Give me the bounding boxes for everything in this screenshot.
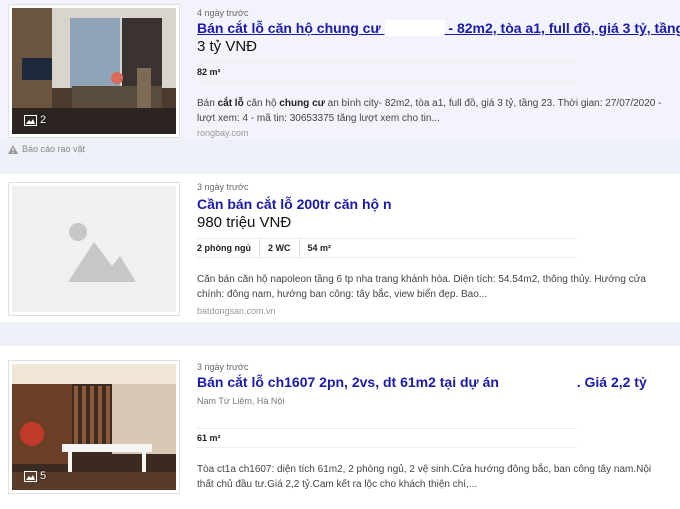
title-part-b: . Giá 2,2 tỷ (576, 374, 647, 390)
listing-2-thumbnail[interactable] (8, 182, 180, 316)
listing-1-thumbnail[interactable]: 2 (8, 4, 180, 138)
title-part-a: Cần bán cắt lỗ 200tr căn hộ n (197, 196, 392, 212)
listing-1-description: Bán cắt lỗ căn hộ chung cư an bình city-… (197, 98, 662, 124)
listing-1-features: 82 m² (197, 62, 577, 82)
listing-card-3[interactable]: 5 3 ngày trước Bán cắt lỗ ch1607 2pn, 2v… (0, 346, 680, 509)
title-part-a: Bán cắt lỗ căn hộ chung cư (197, 20, 381, 36)
listing-3-time: 3 ngày trước (197, 362, 249, 372)
camera-icon (24, 470, 37, 482)
listing-1-title[interactable]: Bán cắt lỗ căn hộ chung cư xxxxxx - 82m2… (197, 20, 680, 36)
listing-2-description: Căn bán căn hộ napoleon tầng 6 tp nha tr… (197, 274, 646, 300)
redacted-text: xxxxxxx (502, 374, 573, 390)
photo-count: 2 (40, 114, 47, 126)
listing-3-title[interactable]: Bán cắt lỗ ch1607 2pn, 2vs, dt 61m2 tại … (197, 374, 647, 390)
report-label: Báo cáo rao vặt (22, 144, 86, 154)
listing-2-source[interactable]: batdongsan.com.vn (197, 306, 276, 316)
title-part-b: - 82m2, tòa a1, full đồ, giá 3 tỷ, tầng … (448, 20, 680, 36)
photo-count-badge: 2 (24, 114, 46, 126)
listing-card-1[interactable]: 2 4 ngày trước Bán cắt lỗ căn hộ chung c… (0, 0, 680, 140)
title-part-a: Bán cắt lỗ ch1607 2pn, 2vs, dt 61m2 tại … (197, 374, 499, 390)
feature-bedrooms: 2 phòng ngủ (197, 239, 260, 257)
listing-3-location: Nam Từ Liêm, Hà Nội (197, 396, 285, 406)
listing-3-description: Tòa ct1a ch1607: diện tích 61m2, 2 phòng… (197, 464, 652, 490)
feature-area: 61 m² (197, 433, 221, 443)
listing-3-features: 61 m² (197, 428, 577, 448)
listing-2-features: 2 phòng ngủ 2 WC 54 m² (197, 238, 577, 258)
feature-bathrooms: 2 WC (268, 239, 300, 257)
camera-icon (24, 114, 37, 126)
redacted-text: xxx (395, 196, 426, 212)
listing-3-thumbnail[interactable]: 5 (8, 360, 180, 494)
listing-card-2[interactable]: 3 ngày trước Cần bán cắt lỗ 200tr căn hộ… (0, 174, 680, 322)
listing-1-price: 3 tỷ VNĐ (197, 38, 258, 55)
listing-2-price: 980 triệu VNĐ (197, 214, 292, 231)
feature-area: 54 m² (307, 243, 332, 253)
listing-2-title[interactable]: Cần bán cắt lỗ 200tr căn hộ n xxx (197, 196, 426, 212)
placeholder-image-icon (12, 186, 176, 312)
photo-count: 5 (40, 470, 47, 482)
photo-count-badge: 5 (24, 470, 46, 482)
redacted-text: xxxxxx (384, 20, 445, 36)
feature-area: 82 m² (197, 67, 221, 77)
listing-1-time: 4 ngày trước (197, 8, 249, 18)
warning-icon (8, 144, 18, 154)
listing-1-source[interactable]: rongbay.com (197, 128, 248, 138)
report-listing-link[interactable]: Báo cáo rao vặt (8, 144, 85, 154)
listing-2-time: 3 ngày trước (197, 182, 249, 192)
